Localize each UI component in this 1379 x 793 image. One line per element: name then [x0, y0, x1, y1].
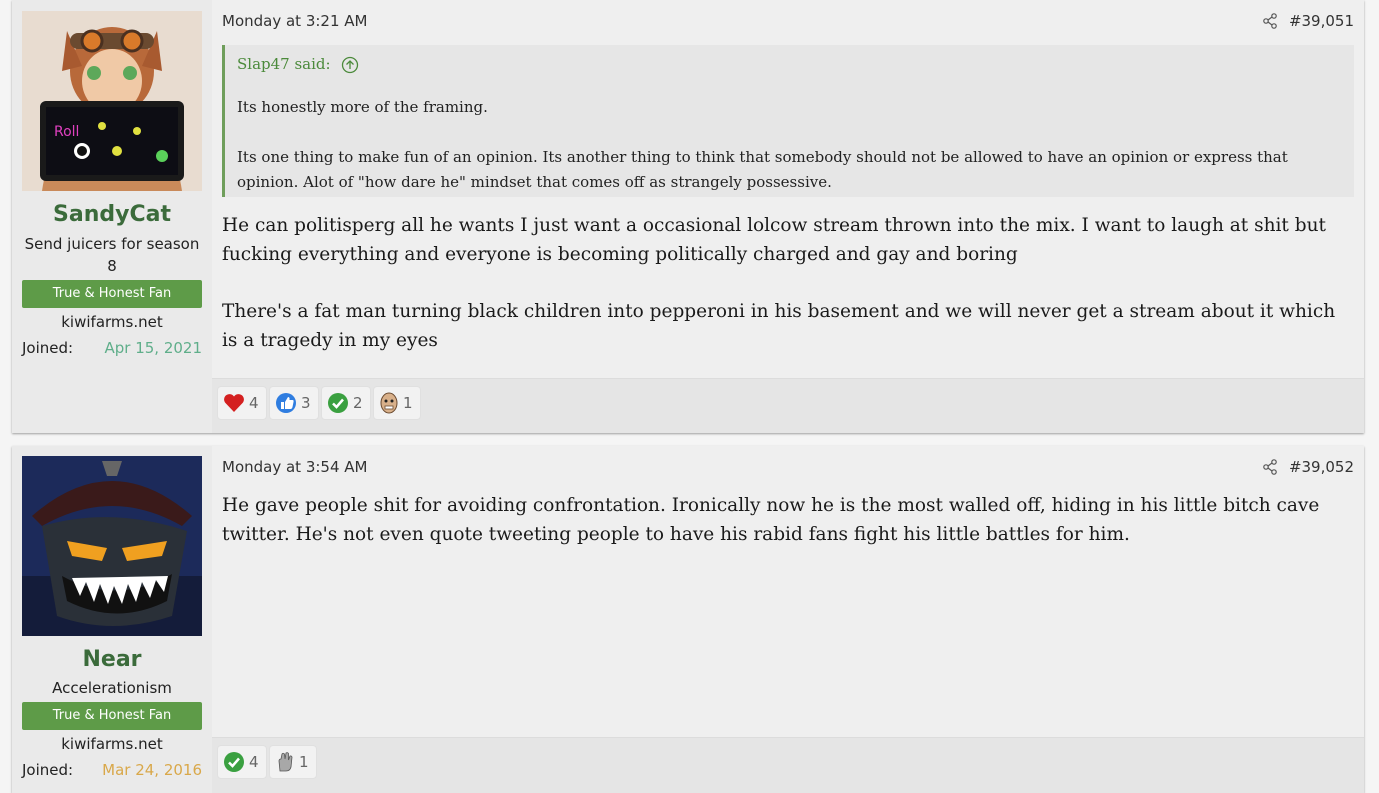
post-date[interactable]: Monday at 3:21 AM — [222, 12, 367, 30]
reaction-hand[interactable]: 1 — [269, 745, 317, 779]
post-number[interactable]: #39,051 — [1289, 12, 1354, 30]
avatar[interactable] — [22, 456, 202, 636]
post: Roll SandyCat Send juicers for season 8 … — [12, 0, 1364, 433]
face-icon — [380, 392, 398, 414]
share-icon[interactable] — [1262, 459, 1278, 475]
post-main: Monday at 3:21 AM #39,051 Slap47 said: I… — [212, 0, 1364, 433]
reactions-bar: 4 3 2 1 — [212, 378, 1364, 433]
user-banner: True & Honest Fan — [22, 280, 202, 308]
post-main: Monday at 3:54 AM #39,052 He gave people… — [212, 446, 1364, 793]
joined-label: Joined: — [22, 761, 74, 779]
quote-paragraph: Its honestly more of the framing. — [237, 98, 488, 116]
check-icon — [328, 393, 348, 413]
reaction-check[interactable]: 2 — [321, 386, 371, 420]
user-title: Send juicers for season 8 — [24, 235, 200, 275]
username[interactable]: SandyCat — [12, 202, 212, 227]
reaction-thumbs-up[interactable]: 3 — [269, 386, 319, 420]
quote-block: Slap47 said: Its honestly more of the fr… — [222, 45, 1354, 197]
reactions-bar: 4 1 — [212, 737, 1364, 793]
user-info: Near Accelerationism enjoyer True & Hone… — [12, 446, 212, 793]
user-site: kiwifarms.net — [61, 313, 163, 331]
reaction-check[interactable]: 4 — [217, 745, 267, 779]
message-body: He gave people shit for avoiding confron… — [222, 491, 1354, 549]
joined-date: Mar 24, 2016 — [102, 761, 202, 779]
user-info: Roll SandyCat Send juicers for season 8 … — [12, 0, 212, 433]
hand-icon — [278, 752, 293, 772]
reaction-count: 4 — [249, 394, 259, 412]
reaction-count: 1 — [299, 753, 309, 771]
post-date[interactable]: Monday at 3:54 AM — [222, 458, 367, 476]
username[interactable]: Near — [12, 647, 212, 672]
reaction-count: 2 — [353, 394, 363, 412]
joined-date: Apr 15, 2021 — [104, 339, 202, 357]
post: Near Accelerationism enjoyer True & Hone… — [12, 446, 1364, 793]
message-body: He can politisperg all he wants I just w… — [222, 211, 1354, 355]
user-site: kiwifarms.net — [61, 735, 163, 753]
svg-text:Roll: Roll — [54, 124, 79, 140]
message-paragraph: He gave people shit for avoiding confron… — [222, 495, 1320, 545]
user-banner: True & Honest Fan — [22, 702, 202, 730]
message-paragraph: There's a fat man turning black children… — [222, 301, 1336, 351]
reaction-heart[interactable]: 4 — [217, 386, 267, 420]
reaction-count: 4 — [249, 753, 259, 771]
quote-paragraph: Its one thing to make fun of an opinion.… — [237, 148, 1288, 191]
reaction-count: 1 — [403, 394, 413, 412]
heart-icon — [224, 394, 244, 412]
quote-body: Its honestly more of the framing. Its on… — [237, 95, 1342, 195]
joined-label: Joined: — [22, 339, 74, 357]
reaction-count: 3 — [301, 394, 311, 412]
avatar[interactable]: Roll — [22, 11, 202, 191]
post-number[interactable]: #39,052 — [1289, 458, 1354, 476]
thumbs-up-icon — [276, 393, 296, 413]
quote-author-link[interactable]: Slap47 said: — [237, 55, 359, 74]
message-paragraph: He can politisperg all he wants I just w… — [222, 215, 1326, 265]
reaction-face[interactable]: 1 — [373, 386, 421, 420]
quote-author[interactable]: Slap47 said: — [237, 55, 331, 73]
check-icon — [224, 752, 244, 772]
arrow-up-circle-icon[interactable] — [341, 56, 359, 74]
share-icon[interactable] — [1262, 13, 1278, 29]
